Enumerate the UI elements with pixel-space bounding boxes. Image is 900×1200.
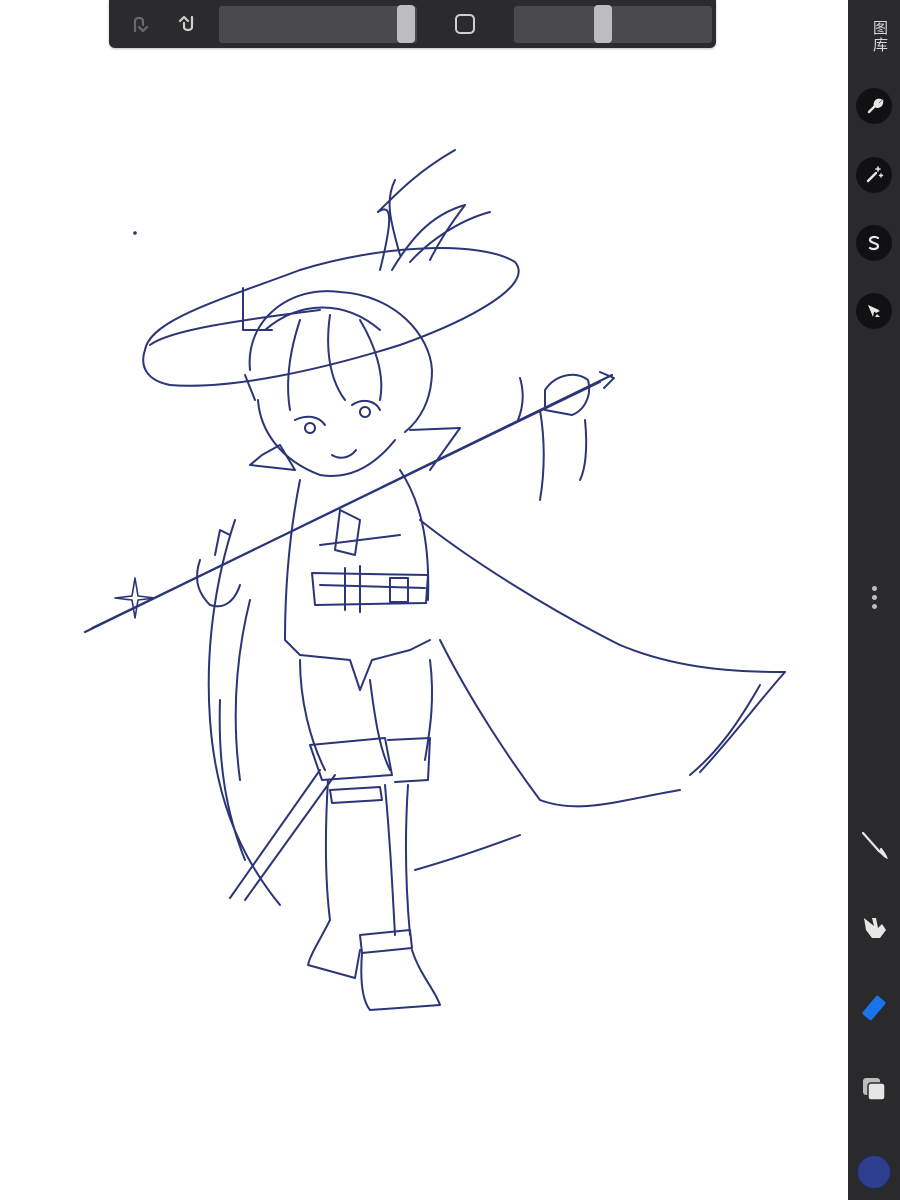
sidebar: 图库 xyxy=(848,0,900,1200)
eraser-icon[interactable] xyxy=(856,990,892,1026)
brush-size-slider[interactable] xyxy=(219,5,417,43)
brush-size-thumb[interactable] xyxy=(397,5,415,43)
selection-s-icon[interactable] xyxy=(856,225,892,261)
gallery-button[interactable]: 图库 xyxy=(858,20,890,54)
undo-icon[interactable] xyxy=(125,9,155,39)
top-toolbar xyxy=(109,0,716,48)
drawing-canvas[interactable] xyxy=(0,0,848,1200)
opacity-slider[interactable] xyxy=(514,5,712,43)
wrench-icon[interactable] xyxy=(856,88,892,124)
redo-icon[interactable] xyxy=(172,9,202,39)
square-icon[interactable] xyxy=(450,9,480,39)
color-picker-swatch[interactable] xyxy=(857,1155,891,1189)
opacity-thumb[interactable] xyxy=(594,5,612,43)
magic-wand-icon[interactable] xyxy=(856,157,892,193)
layers-icon[interactable] xyxy=(856,1071,892,1107)
arrow-cursor-icon[interactable] xyxy=(856,293,892,329)
sketch-artwork xyxy=(83,149,786,1011)
smudge-finger-icon[interactable] xyxy=(856,908,892,944)
more-options-icon[interactable] xyxy=(870,586,878,614)
brush-icon[interactable] xyxy=(856,826,892,862)
